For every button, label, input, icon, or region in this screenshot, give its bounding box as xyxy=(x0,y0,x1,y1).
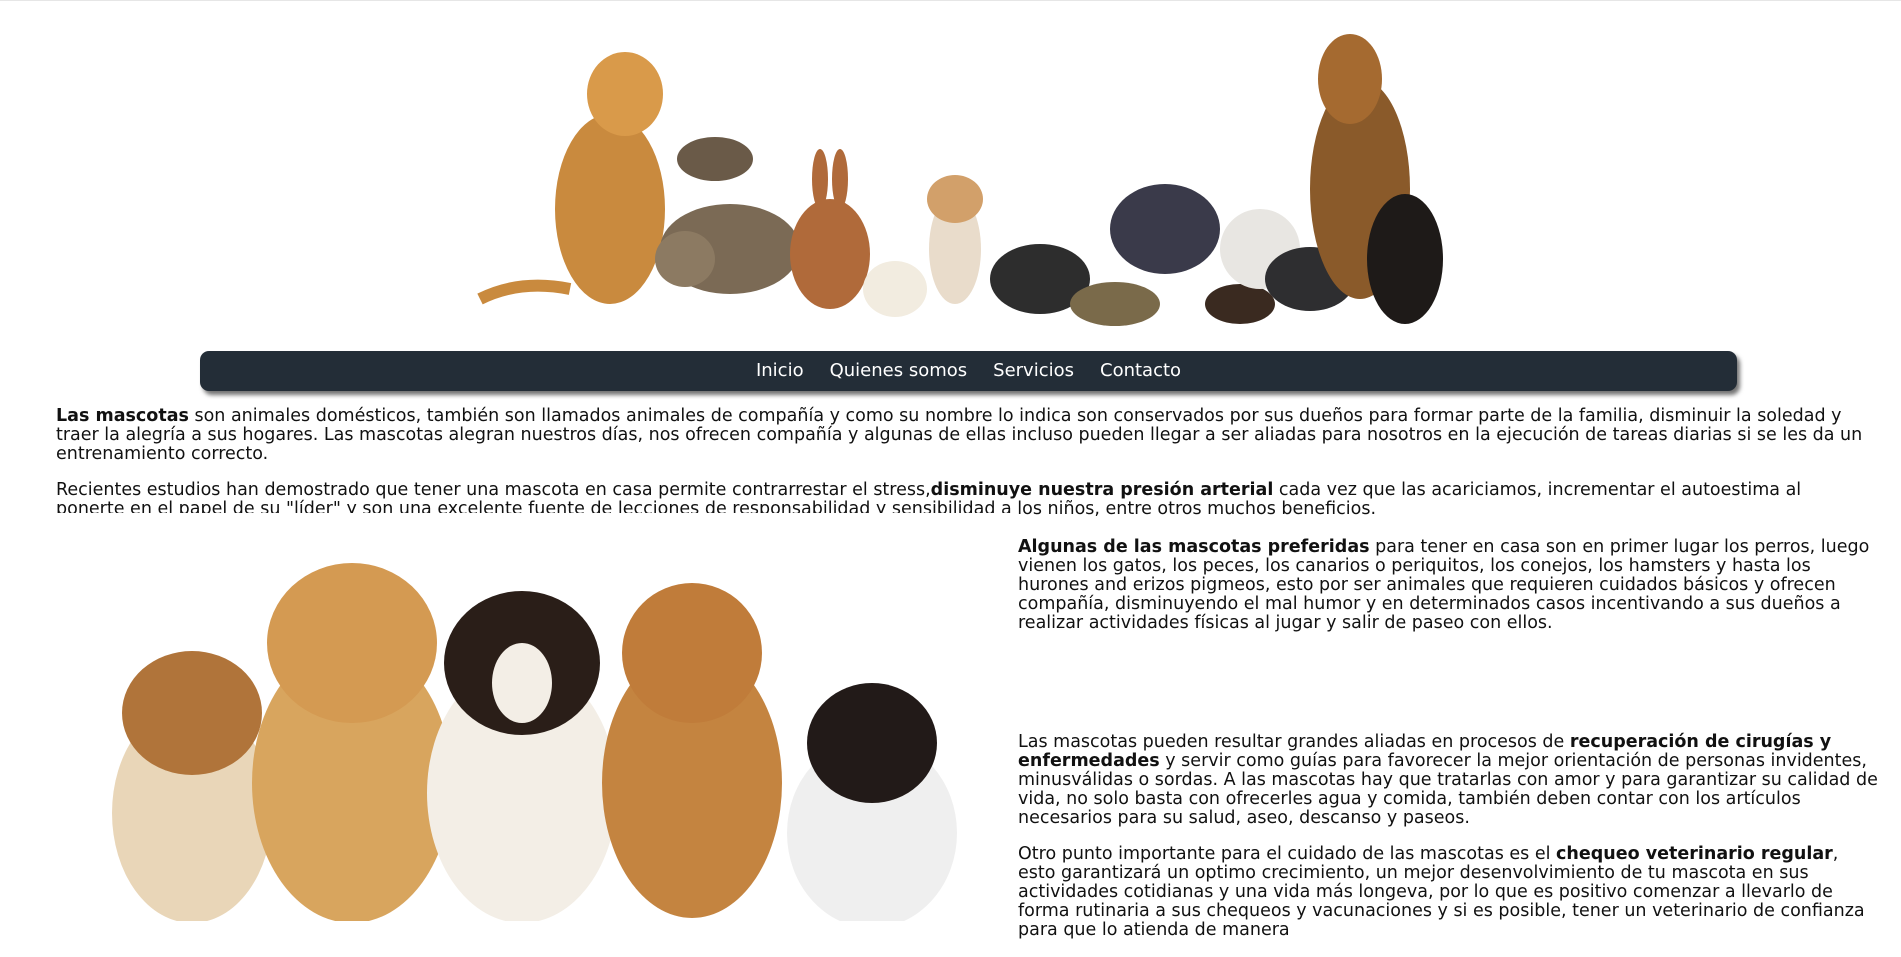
intro-bold-2: disminuye nuestra presión arterial xyxy=(930,480,1274,500)
side-text-2a: Las mascotas pueden resultar grandes ali… xyxy=(1018,732,1570,752)
side-paragraph-1: Algunas de las mascotas preferidas para … xyxy=(1018,538,1880,633)
side-bold-3: chequeo veterinario regular xyxy=(1556,844,1833,864)
intro-text-2a: Recientes estudios han demostrado que te… xyxy=(56,480,931,500)
nav-link-servicios[interactable]: Servicios xyxy=(980,351,1087,391)
pets-banner-image xyxy=(460,9,1450,329)
intro-text-1: son animales domésticos, también son lla… xyxy=(56,406,1863,464)
intro-paragraph-1: Las mascotas son animales domésticos, ta… xyxy=(56,407,1866,464)
main-nav: Inicio Quienes somos Servicios Contacto xyxy=(200,351,1737,391)
side-text-3a: Otro punto importante para el cuidado de… xyxy=(1018,844,1557,864)
side-section-2: Las mascotas pueden resultar grandes ali… xyxy=(1018,733,1880,957)
side-paragraph-2: Las mascotas pueden resultar grandes ali… xyxy=(1018,733,1880,828)
nav-link-contacto[interactable]: Contacto xyxy=(1087,351,1194,391)
nav-link-inicio[interactable]: Inicio xyxy=(743,351,817,391)
side-paragraph-3: Otro punto importante para el cuidado de… xyxy=(1018,845,1880,940)
puppies-image xyxy=(52,513,1012,921)
nav-link-quienes-somos[interactable]: Quienes somos xyxy=(817,351,981,391)
intro-bold-1: Las mascotas xyxy=(56,406,189,426)
side-section-1: Algunas de las mascotas preferidas para … xyxy=(1018,538,1880,633)
side-bold-1: Algunas de las mascotas preferidas xyxy=(1018,537,1370,557)
